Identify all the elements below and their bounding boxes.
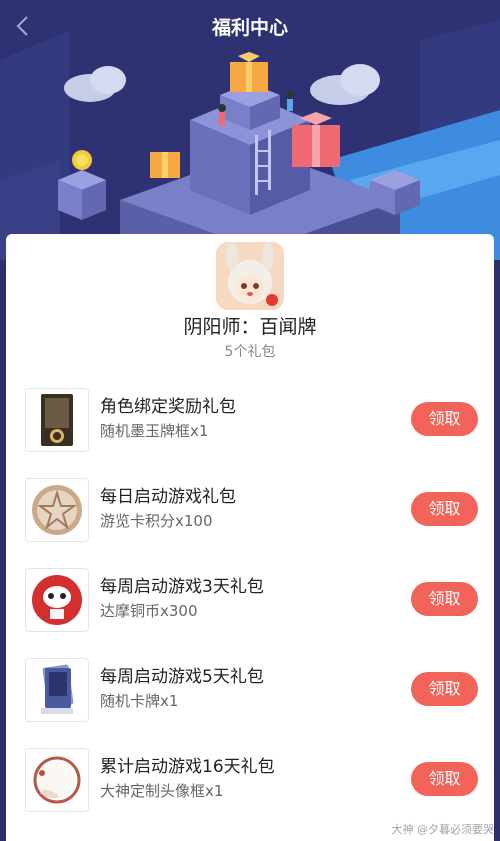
top-bar: 福利中心 bbox=[0, 0, 500, 52]
game-avatar-icon bbox=[216, 242, 284, 310]
claim-button[interactable]: 领取 bbox=[411, 402, 478, 436]
pack-thumbnail bbox=[25, 658, 89, 722]
claim-button[interactable]: 领取 bbox=[411, 582, 478, 616]
pack-thumbnail bbox=[25, 568, 89, 632]
claim-button[interactable]: 领取 bbox=[411, 762, 478, 796]
watermark: 大神 @夕暮必须要哭 bbox=[391, 823, 495, 836]
pack-title: 每日启动游戏礼包 bbox=[100, 487, 236, 507]
pack-thumbnail bbox=[25, 748, 89, 812]
card-frame-icon bbox=[41, 394, 73, 446]
list-item: 角色绑定奖励礼包 随机墨玉牌框x1 领取 bbox=[6, 384, 494, 454]
list-item: 每日启动游戏礼包 游览卡积分x100 领取 bbox=[6, 474, 494, 544]
list-item: 每周启动游戏3天礼包 达摩铜币x300 领取 bbox=[6, 564, 494, 634]
claim-button[interactable]: 领取 bbox=[411, 672, 478, 706]
claim-button[interactable]: 领取 bbox=[411, 492, 478, 526]
card-stack-icon bbox=[41, 664, 74, 714]
list-item: 每周启动游戏5天礼包 随机卡牌x1 领取 bbox=[6, 654, 494, 724]
pack-thumbnail bbox=[25, 478, 89, 542]
pack-count: 5个礼包 bbox=[224, 344, 276, 360]
pack-desc: 达摩铜币x300 bbox=[100, 602, 198, 620]
pack-desc: 随机墨玉牌框x1 bbox=[100, 422, 209, 440]
gift-card-panel: 阴阳师：百闻牌 5个礼包 角色绑定奖励礼包 随机墨玉牌框x1 领取 每日启动游戏… bbox=[6, 234, 494, 841]
pack-thumbnail bbox=[25, 388, 89, 452]
pack-desc: 大神定制头像框x1 bbox=[100, 782, 224, 800]
pack-title: 每周启动游戏3天礼包 bbox=[100, 577, 264, 597]
page-title: 福利中心 bbox=[211, 17, 288, 39]
pentagram-coin-icon bbox=[32, 485, 82, 535]
pack-desc: 随机卡牌x1 bbox=[100, 692, 179, 710]
list-item: 累计启动游戏16天礼包 大神定制头像框x1 领取 bbox=[6, 744, 494, 814]
pack-title: 角色绑定奖励礼包 bbox=[100, 397, 236, 417]
game-name: 阴阳师：百闻牌 bbox=[183, 316, 317, 338]
daruma-coin-icon bbox=[32, 575, 82, 625]
pack-desc: 游览卡积分x100 bbox=[100, 512, 213, 530]
pack-title: 累计启动游戏16天礼包 bbox=[100, 757, 275, 777]
avatar-frame-icon bbox=[33, 756, 81, 804]
game-icon bbox=[216, 242, 284, 310]
pack-title: 每周启动游戏5天礼包 bbox=[100, 667, 264, 687]
